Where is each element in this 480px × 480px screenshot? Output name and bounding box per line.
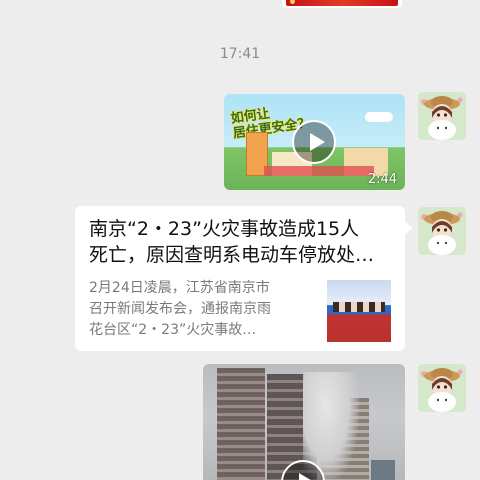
press-conference-people	[333, 302, 385, 312]
previous-message-card[interactable]	[282, 0, 402, 8]
avatar[interactable]	[418, 92, 466, 140]
link-title-line-2: 死亡，原因查明系电动车停放处…	[89, 244, 375, 266]
link-body: 2月24日凌晨，江苏省南京市 召开新闻发布会，通报南京雨 花台区“2・23”火灾…	[89, 278, 391, 342]
link-description: 2月24日凌晨，江苏省南京市 召开新闻发布会，通报南京雨 花台区“2・23”火灾…	[89, 278, 315, 341]
previous-message-banner	[286, 0, 398, 6]
video-duration: 2:44	[367, 172, 397, 187]
link-thumbnail	[327, 280, 391, 342]
chat-window: 17:41 如何让 居住更安全？ 2:44 南京“2・23”火灾事故造成15人 …	[0, 0, 480, 480]
link-desc-line-3: 花台区“2・23”火灾事故…	[89, 322, 257, 338]
link-card[interactable]: 南京“2・23”火灾事故造成15人 死亡，原因查明系电动车停放处… 2月24日凌…	[75, 206, 413, 351]
message-timestamp: 17:41	[219, 46, 261, 62]
video-message[interactable]	[203, 364, 405, 480]
cloud-decoration	[365, 112, 393, 122]
avatar[interactable]	[418, 207, 466, 255]
link-desc-line-1: 2月24日凌晨，江苏省南京市	[89, 280, 270, 296]
thumbnail-vehicle	[264, 166, 374, 176]
video-message[interactable]: 如何让 居住更安全？ 2:44	[224, 94, 405, 190]
play-icon[interactable]	[292, 120, 336, 164]
link-title-line-1: 南京“2・23”火灾事故造成15人	[89, 218, 360, 240]
avatar[interactable]	[418, 364, 466, 412]
thumbnail-building	[217, 368, 265, 480]
link-desc-line-2: 召开新闻发布会，通报南京雨	[89, 301, 271, 317]
thumbnail-building	[371, 460, 395, 480]
link-title: 南京“2・23”火灾事故造成15人 死亡，原因查明系电动车停放处…	[89, 216, 391, 268]
